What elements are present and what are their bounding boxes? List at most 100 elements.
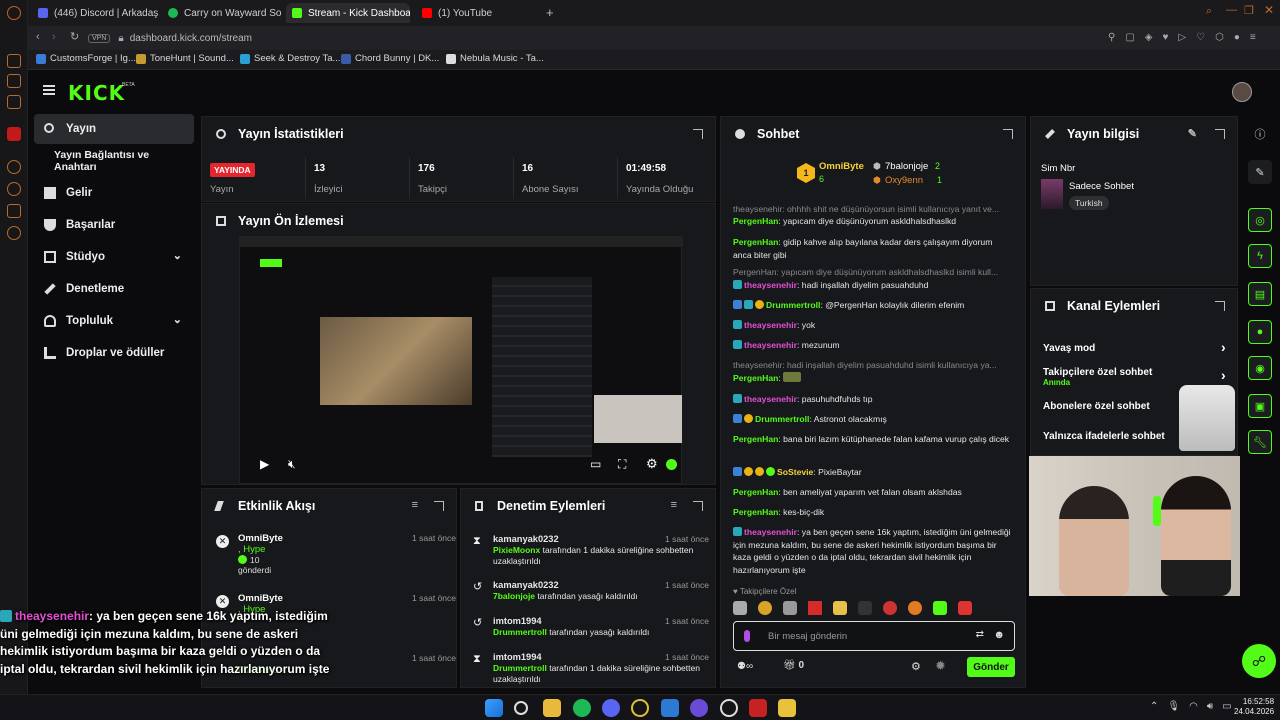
popout-icon[interactable] — [1215, 301, 1225, 311]
wifi-icon[interactable]: ◠ — [1189, 701, 1198, 712]
sidebar-app-icon[interactable] — [7, 54, 21, 68]
emote-icon[interactable] — [883, 601, 897, 615]
popout-icon[interactable] — [693, 129, 703, 139]
sidebar-item-stream[interactable]: Yayın — [34, 114, 194, 144]
channel-icon[interactable]: ▣ — [1248, 394, 1272, 418]
info-icon[interactable]: ⓘ — [1248, 122, 1272, 146]
menu-icon[interactable]: ≡ — [1250, 32, 1256, 44]
edit-icon[interactable]: ✎ — [1188, 127, 1197, 140]
popout-icon[interactable] — [1215, 129, 1225, 139]
emote-icon[interactable] — [858, 601, 872, 615]
volume-icon[interactable]: 🔊︎ — [1207, 701, 1213, 712]
hamburger-menu-icon[interactable] — [43, 85, 55, 95]
emote-icon[interactable] — [958, 601, 972, 615]
extensions-icon[interactable] — [7, 204, 21, 218]
snapshot-icon[interactable]: ▢ — [1125, 32, 1134, 44]
leader-name[interactable]: OmniByte — [819, 161, 864, 172]
bookmark-item[interactable]: Seek & Destroy Ta... — [240, 53, 340, 64]
youtube-music-icon[interactable] — [7, 127, 21, 141]
emote-icon[interactable] — [733, 601, 747, 615]
maximize-icon[interactable]: ❐ — [1244, 4, 1254, 17]
chat-username[interactable]: PergenHan — [733, 216, 778, 226]
play-icon[interactable]: ▶ — [260, 457, 269, 471]
chat-input[interactable]: Bir mesaj gönderin ⇄ ☻ — [733, 621, 1015, 651]
file-explorer-icon[interactable] — [543, 699, 561, 717]
tab-spotify[interactable]: Carry on Wayward So — [162, 3, 282, 23]
chevron-up-icon[interactable]: ⌃ — [1150, 701, 1158, 712]
clock[interactable]: 16:52:58 24.04.2026 — [1234, 697, 1274, 717]
emote-picker-icon[interactable]: ⇄ — [976, 629, 984, 640]
fullscreen-icon[interactable]: ⛶ — [618, 457, 626, 472]
clock-icon[interactable] — [7, 182, 21, 196]
sidebar-item-moderation[interactable]: Denetleme — [34, 274, 194, 304]
kick-logo[interactable]: KICK — [68, 81, 125, 105]
document-icon[interactable]: ▤ — [1248, 282, 1272, 306]
category-thumbnail[interactable] — [1041, 179, 1063, 209]
camera-icon[interactable]: ◎ — [1248, 208, 1272, 232]
edit-icon[interactable]: ✎ — [1248, 160, 1272, 184]
filter-icon[interactable]: ≡ — [412, 499, 418, 511]
gear-icon[interactable]: ⚙ — [911, 660, 921, 673]
emote-icon[interactable] — [908, 601, 922, 615]
bookmark-icon[interactable]: ♥ — [1162, 32, 1168, 44]
quick-actions-button[interactable]: ☍ — [1242, 644, 1276, 678]
filter-icon[interactable]: ≡ — [671, 499, 677, 511]
sidebar-item-community[interactable]: Topluluk ⌄ — [34, 306, 194, 336]
reload-icon[interactable]: ↻ — [70, 30, 79, 43]
opera-icon[interactable] — [631, 699, 649, 717]
app-icon[interactable] — [661, 699, 679, 717]
tab-youtube[interactable]: (1) YouTube — [416, 3, 542, 23]
opera-logo-icon[interactable] — [7, 6, 21, 20]
tab-discord[interactable]: (446) Discord | Arkadaşlar — [32, 3, 158, 23]
app-icon[interactable] — [749, 699, 767, 717]
sidebar-item-drops[interactable]: Droplar ve ödüller — [34, 338, 194, 368]
search-icon[interactable] — [514, 701, 528, 715]
chat-username[interactable]: theaysenehir — [744, 527, 797, 537]
emote-icon[interactable] — [833, 601, 847, 615]
popout-icon[interactable] — [693, 501, 703, 511]
chat-username[interactable]: theaysenehir — [744, 394, 797, 404]
url-field[interactable]: VPN 🔒︎ dashboard.kick.com/stream — [88, 29, 1148, 47]
chat-username[interactable]: Drummertroll — [766, 300, 820, 310]
chat-username[interactable]: theaysenehir — [744, 320, 797, 330]
microphone-icon[interactable] — [744, 630, 750, 642]
search-tabs-icon[interactable]: ⌕ — [1206, 5, 1212, 18]
sidebar-item-achievements[interactable]: Başarılar — [34, 210, 194, 240]
category-name[interactable]: Sadece Sohbet — [1069, 181, 1134, 192]
slow-mode-action[interactable]: Yavaş mod › — [1043, 339, 1233, 355]
forward-icon[interactable]: › — [52, 31, 56, 43]
windows-start-icon[interactable] — [485, 699, 503, 717]
heart-icon[interactable]: ♡ — [1196, 32, 1205, 44]
theater-icon[interactable]: ▭ — [590, 457, 601, 471]
chat-username[interactable]: PergenHan — [733, 507, 778, 517]
app-icon[interactable] — [690, 699, 708, 717]
minimize-icon[interactable]: — — [1226, 4, 1237, 16]
new-tab-icon[interactable]: + — [546, 5, 554, 20]
language-tag[interactable]: Turkish — [1069, 196, 1109, 210]
chat-username[interactable]: SoStevie — [777, 467, 813, 477]
sidebar-item-studio[interactable]: Stüdyo ⌄ — [34, 242, 194, 272]
discord-icon[interactable] — [602, 699, 620, 717]
chat-bubble-icon[interactable]: ● — [1248, 320, 1272, 344]
broadcast-icon[interactable]: ◉ — [1248, 356, 1272, 380]
lightning-icon[interactable]: ϟ — [1248, 244, 1272, 268]
history-icon[interactable] — [7, 160, 21, 174]
bookmark-item[interactable]: ToneHunt | Sound... — [136, 53, 234, 64]
close-icon[interactable]: ✕ — [1264, 3, 1274, 17]
smiley-icon[interactable]: ☻ — [993, 629, 1005, 641]
battery-icon[interactable]: ▭ — [1222, 701, 1231, 712]
back-icon[interactable]: ‹ — [36, 31, 40, 43]
video-player[interactable]: ▶ 🔇︎ ▭ ⛶ ⚙ — [239, 236, 683, 484]
leader-name[interactable]: Oxy9enn — [885, 175, 923, 186]
mute-icon[interactable]: 🔇︎ — [288, 457, 296, 472]
followers-only-action[interactable]: Takipçilere özel sohbet Anında › — [1043, 367, 1233, 387]
microphone-icon[interactable]: 🎙︎ — [1167, 701, 1180, 712]
pin-icon[interactable]: ⚲ — [1108, 32, 1115, 44]
obs-icon[interactable] — [720, 699, 738, 717]
popout-icon[interactable] — [1003, 129, 1013, 139]
chat-username[interactable]: PergenHan — [733, 487, 778, 497]
tab-kick-dashboard[interactable]: Stream - Kick Dashboard — [286, 3, 410, 23]
vpn-badge[interactable]: VPN — [88, 33, 111, 43]
chat-username[interactable]: Drummertroll — [755, 414, 809, 424]
send-button[interactable]: Gönder — [967, 657, 1015, 677]
